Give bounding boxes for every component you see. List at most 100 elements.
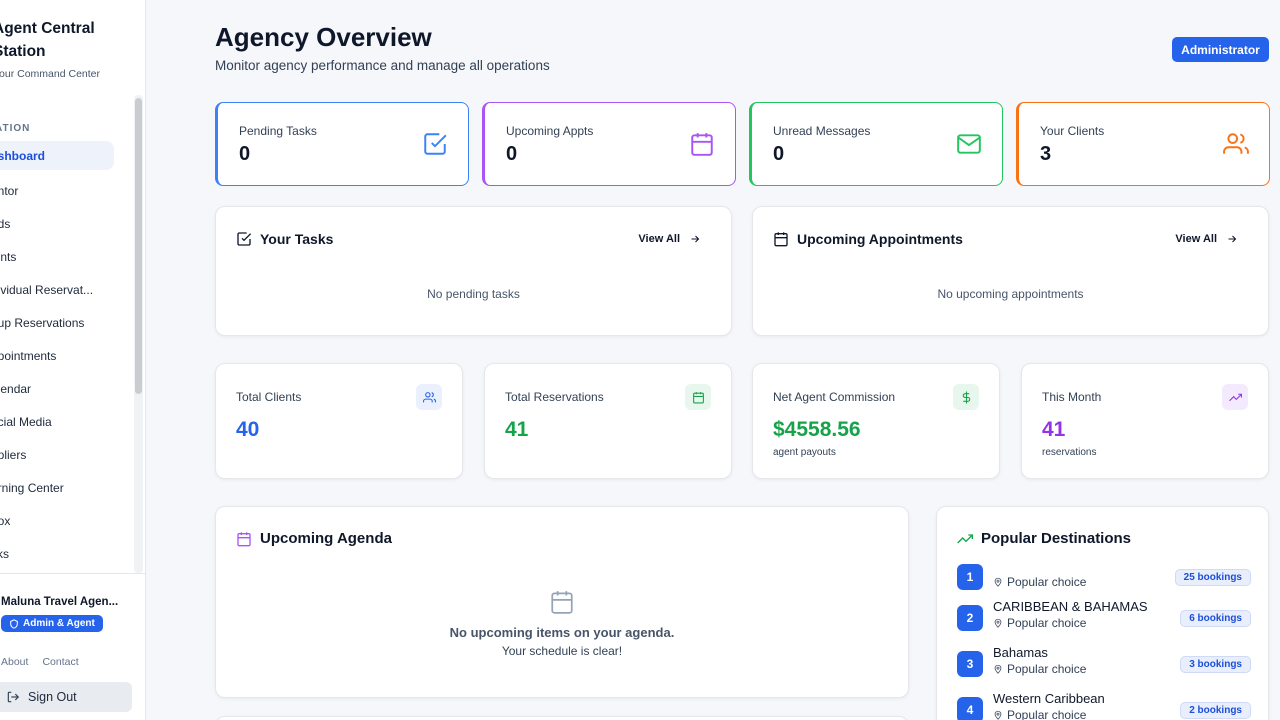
brand-title-line1: Agent Central <box>0 20 95 37</box>
metric-card-net-agent-commission: Net Agent Commission $4558.56 agent payo… <box>752 363 1000 479</box>
sidebar-item-learning-center[interactable]: arning Center <box>0 471 134 504</box>
tasks-empty-message: No pending tasks <box>427 287 520 301</box>
page-subtitle: Monitor agency performance and manage al… <box>215 58 550 73</box>
sidebar-item-label: ppointments <box>0 348 57 363</box>
sign-out-button[interactable]: Sign Out <box>0 682 132 712</box>
stat-card-upcoming-appts[interactable]: Upcoming Appts 0 <box>482 102 736 186</box>
metric-label: Total Reservations <box>505 390 604 404</box>
sidebar-item-leads[interactable]: ads <box>0 207 134 240</box>
destination-row[interactable]: 2 CARIBBEAN & BAHAMAS Popular choice 6 b… <box>957 599 1251 645</box>
metric-caption: agent payouts <box>773 447 836 458</box>
destination-subtitle: Popular choice <box>993 616 1086 630</box>
destination-row[interactable]: 4 Western Caribbean Popular choice 2 boo… <box>957 691 1251 720</box>
metric-label: Total Clients <box>236 390 302 404</box>
calendar-icon <box>551 591 573 614</box>
sidebar-item-calendar[interactable]: alendar <box>0 372 134 405</box>
metric-card-this-month: This Month 41 reservations <box>1021 363 1269 479</box>
metric-card-total-reservations: Total Reservations 41 <box>484 363 732 479</box>
sidebar-item-social-media[interactable]: ocial Media <box>0 405 134 438</box>
agenda-empty-subtitle: Your schedule is clear! <box>501 644 623 658</box>
calendar-icon <box>237 531 251 546</box>
destination-subtitle-text: Popular choice <box>1007 616 1087 630</box>
stat-label: Upcoming Appts <box>506 124 594 138</box>
brand-subtitle: Your Command Center <box>0 68 100 80</box>
check-square-icon <box>237 232 252 246</box>
view-all-label: View All <box>1175 233 1217 245</box>
sidebar-item-dashboard[interactable]: ashboard <box>0 141 114 170</box>
destination-name: CARIBBEAN & BAHAMAS <box>993 599 1148 614</box>
calendar-icon <box>774 232 788 247</box>
appointments-card: Upcoming Appointments View All No upcomi… <box>752 206 1269 336</box>
destinations-card-header: Popular Destinations <box>957 530 1131 547</box>
dollar-icon <box>953 384 979 410</box>
sidebar-item-clients[interactable]: ients <box>0 240 134 273</box>
sidebar-item-label: ads <box>0 216 11 231</box>
destination-subtitle: Popular choice <box>993 708 1086 720</box>
tasks-card-header: Your Tasks <box>236 231 333 247</box>
map-pin-icon <box>994 618 1002 628</box>
administrator-button[interactable]: Administrator <box>1172 37 1269 62</box>
sidebar-item-individual-reservations[interactable]: dividual Reservat... <box>0 273 134 306</box>
view-all-label: View All <box>638 233 680 245</box>
sidebar-item-suppliers[interactable]: ppliers <box>0 438 134 471</box>
appointments-card-header: Upcoming Appointments <box>773 231 963 247</box>
contact-link[interactable]: Contact <box>42 656 78 668</box>
sign-out-label: Sign Out <box>28 690 77 704</box>
sidebar: Agent Central Station Your Command Cente… <box>0 0 146 720</box>
agency-name: Maluna Travel Agen... <box>1 596 119 608</box>
stat-value: 0 <box>239 143 251 165</box>
sidebar-item-label: alendar <box>0 381 32 396</box>
sidebar-item-label: ppliers <box>0 447 27 462</box>
agenda-card-header: Upcoming Agenda <box>236 530 392 547</box>
sidebar-item-inbox[interactable]: box <box>0 504 134 537</box>
destination-row[interactable]: 3 Bahamas Popular choice 3 bookings <box>957 645 1251 691</box>
stat-value: 3 <box>1040 143 1052 165</box>
bookings-badge: 25 bookings <box>1174 569 1251 586</box>
users-icon <box>1223 133 1249 154</box>
destinations-card-title: Popular Destinations <box>981 530 1132 547</box>
destination-rank: 3 <box>957 651 983 677</box>
stat-card-unread-messages[interactable]: Unread Messages 0 <box>749 102 1003 186</box>
stat-value: 0 <box>773 143 785 165</box>
role-badge: Admin & Agent <box>1 615 103 632</box>
destination-rank: 1 <box>957 564 983 590</box>
role-badge-label: Admin & Agent <box>23 618 95 629</box>
metric-card-total-clients: Total Clients 40 <box>215 363 463 479</box>
agenda-card-title: Upcoming Agenda <box>260 530 392 547</box>
sidebar-item-label: ients <box>0 249 17 264</box>
sidebar-item-label: arning Center <box>0 480 64 495</box>
map-pin-icon <box>994 577 1002 587</box>
sidebar-item-group-reservations[interactable]: oup Reservations <box>0 306 134 339</box>
trending-up-icon <box>1222 384 1248 410</box>
bookings-badge: 2 bookings <box>1180 702 1251 719</box>
metric-caption: reservations <box>1042 447 1097 458</box>
arrow-right-icon <box>691 235 700 243</box>
about-link[interactable]: About <box>1 656 28 668</box>
agenda-empty-title: No upcoming items on your agenda. <box>449 625 675 640</box>
destination-row[interactable]: 1 Popular choice 25 bookings <box>957 564 1251 604</box>
brand-title-line2: Station <box>0 43 46 60</box>
sidebar-item-mentor[interactable]: entor <box>0 174 134 207</box>
tasks-view-all-link[interactable]: View All <box>638 233 701 245</box>
destination-rank: 4 <box>957 697 983 720</box>
agenda-empty-icon-wrap <box>216 589 908 620</box>
tasks-card: Your Tasks View All No pending tasks <box>215 206 732 336</box>
appointments-view-all-link[interactable]: View All <box>1175 233 1238 245</box>
destination-name: Western Caribbean <box>993 691 1105 706</box>
bookings-badge: 3 bookings <box>1180 656 1251 673</box>
sidebar-item-label: entor <box>0 183 19 198</box>
destination-subtitle: Popular choice <box>993 575 1086 589</box>
sidebar-item-appointments[interactable]: ppointments <box>0 339 134 372</box>
calendar-icon <box>685 384 711 410</box>
stat-card-pending-tasks[interactable]: Pending Tasks 0 <box>215 102 469 186</box>
map-pin-icon <box>994 710 1002 720</box>
sidebar-item-label: oup Reservations <box>0 315 85 330</box>
sidebar-item-tasks[interactable]: sks <box>0 537 134 570</box>
map-pin-icon <box>994 664 1002 674</box>
stat-card-your-clients[interactable]: Your Clients 3 <box>1016 102 1270 186</box>
sidebar-scrollbar[interactable] <box>135 98 142 394</box>
metric-value: $4558.56 <box>773 418 861 441</box>
metric-label: Net Agent Commission <box>773 390 896 404</box>
bookings-badge: 6 bookings <box>1180 610 1251 627</box>
sidebar-item-label: ocial Media <box>0 414 52 429</box>
